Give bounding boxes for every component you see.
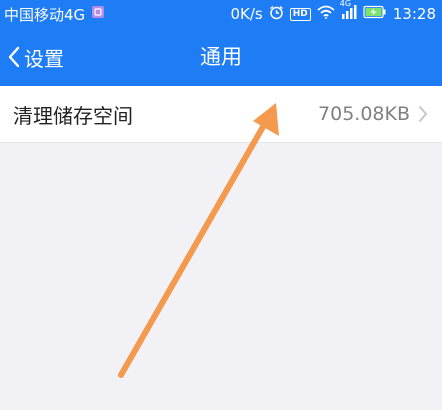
- sim-card-icon: [91, 5, 105, 23]
- row-divider: [0, 142, 442, 143]
- page-title: 通用: [200, 45, 242, 69]
- status-bar: 中国移动4G 0K/s HD 4G 13:28: [0, 0, 442, 28]
- storage-size-value: 705.08KB: [318, 103, 410, 125]
- clear-storage-row[interactable]: 清理储存空间 705.08KB: [0, 86, 442, 142]
- battery-charging-icon: [363, 5, 387, 23]
- carrier-label: 中国移动4G: [4, 5, 86, 24]
- chevron-right-icon: [418, 105, 428, 123]
- wifi-icon: [317, 5, 335, 23]
- network-type-label: 4G: [339, 0, 352, 8]
- navigation-header: 设置 通用: [0, 28, 442, 86]
- alarm-clock-icon: [269, 5, 284, 24]
- net-speed-label: 0K/s: [230, 5, 263, 23]
- clear-storage-label: 清理储存空间: [13, 103, 133, 128]
- clock-time: 13:28: [392, 5, 436, 23]
- cell-signal-icon: 4G: [340, 0, 357, 23]
- hd-voice-icon: HD: [289, 7, 311, 21]
